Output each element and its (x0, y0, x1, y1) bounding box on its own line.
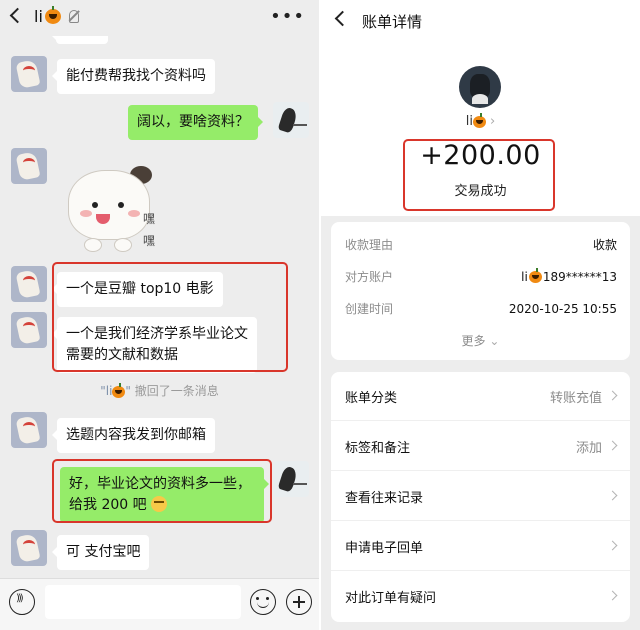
message-text-line: 一个是我们经济学系毕业论文 (66, 326, 248, 342)
message-bubble-incoming[interactable]: 可 支付宝吧 (51, 535, 150, 570)
chevron-right-icon (607, 490, 618, 501)
detail-row-time: 创建时间 2020-10-25 10:55 (345, 300, 617, 317)
bill-actions-card: 账单分类 转账充值 标签和备注 添加 查看往来记录 申请电子回单 对此订单有疑问 (331, 372, 630, 622)
action-row-history[interactable]: 查看往来记录 (331, 472, 630, 521)
account-number: 189******13 (542, 269, 617, 284)
contact-avatar[interactable] (11, 530, 47, 566)
awkward-emoji-icon (151, 496, 168, 512)
back-icon[interactable] (334, 10, 351, 27)
highlight-box (403, 139, 555, 211)
pumpkin-emoji-icon (528, 267, 542, 283)
account-name: li (521, 269, 528, 284)
chat-title: li (34, 6, 79, 26)
message-input[interactable] (45, 585, 241, 619)
recall-quote: " (125, 384, 131, 398)
more-label: 更多 (461, 334, 486, 348)
more-button[interactable]: 更多 ⌄ (331, 332, 630, 349)
action-label: 查看往来记录 (345, 490, 424, 506)
message-text: 可 支付宝吧 (66, 544, 141, 560)
my-avatar[interactable] (273, 102, 309, 138)
chevron-right-icon (607, 590, 618, 601)
detail-label: 创建时间 (345, 302, 394, 316)
detail-row-reason: 收款理由 收款 (345, 236, 617, 253)
recall-notice: "li " 撤回了一条消息 (0, 382, 319, 399)
message-text: 能付费帮我找个资料吗 (66, 68, 206, 84)
action-value: 转账充值 (549, 390, 602, 406)
transaction-details-card: 收款理由 收款 对方账户 li 189******13 创建时间 2020-10… (331, 222, 630, 360)
message-text: 一个是豆瓣 top10 电影 (66, 281, 214, 297)
chat-screen: li ••• 能付费帮我找个资料吗 阔以，要啥资料？ 嘿嘿 一个是豆瓣 top1… (0, 0, 319, 630)
action-row-dispute[interactable]: 对此订单有疑问 (331, 572, 630, 621)
chat-title-name: li (34, 7, 43, 26)
my-avatar[interactable] (273, 461, 309, 497)
action-row-receipt[interactable]: 申请电子回单 (331, 522, 630, 571)
chevron-right-icon (607, 390, 618, 401)
message-bubble-incoming[interactable]: 能付费帮我找个资料吗 (52, 59, 215, 94)
recall-text: 撤回了一条消息 (134, 384, 219, 398)
chevron-right-icon (607, 440, 618, 451)
more-icon[interactable]: ••• (270, 6, 305, 27)
chevron-right-icon (607, 540, 618, 551)
detail-value: 收款 (592, 238, 617, 252)
pumpkin-emoji-icon (44, 6, 61, 24)
action-row-category[interactable]: 账单分类 转账充值 (331, 372, 630, 421)
message-bubble-incoming[interactable]: 选题内容我发到你邮箱 (52, 418, 215, 453)
detail-label: 收款理由 (345, 238, 394, 252)
contact-avatar[interactable] (11, 266, 47, 302)
chat-header: li ••• (0, 0, 319, 36)
detail-value: 2020-10-25 10:55 (508, 301, 617, 316)
action-label: 对此订单有疑问 (345, 591, 437, 606)
action-label: 标签和备注 (345, 440, 411, 456)
contact-avatar[interactable] (11, 412, 47, 448)
page-title: 账单详情 (362, 13, 423, 31)
action-row-tags[interactable]: 标签和备注 添加 (331, 422, 630, 471)
message-text: 选题内容我发到你邮箱 (66, 427, 206, 443)
message-bubble-incoming[interactable]: 一个是我们经济学系毕业论文 需要的文献和数据 (52, 317, 257, 373)
message-bubble-incoming[interactable]: 一个是豆瓣 top10 电影 (52, 272, 223, 307)
pumpkin-emoji-icon (112, 382, 126, 398)
message-text-line: 好，毕业论文的资料多一些， (69, 476, 251, 492)
action-label: 申请电子回单 (345, 540, 424, 556)
contact-avatar[interactable] (11, 56, 47, 92)
detail-value: li 189******13 (521, 267, 617, 285)
chevron-down-icon: ⌄ (489, 334, 500, 348)
bill-header: 账单详情 (321, 0, 640, 40)
contact-avatar[interactable] (11, 148, 47, 184)
detail-row-account: 对方账户 li 189******13 (345, 267, 617, 285)
contact-avatar[interactable] (11, 312, 47, 348)
bill-detail-screen: 账单详情 li › +200.00 交易成功 收款理由 收款 对方账户 li 18… (321, 0, 640, 630)
message-text: 阔以，要啥资料？ (137, 114, 249, 130)
payer-name: li (465, 114, 474, 129)
back-icon[interactable] (9, 7, 26, 24)
chevron-right-icon: › (490, 114, 496, 129)
voice-icon[interactable] (9, 589, 35, 615)
chat-input-bar (0, 578, 319, 630)
action-value: 添加 (575, 440, 602, 456)
detail-label: 对方账户 (345, 270, 394, 284)
pumpkin-emoji-icon (473, 112, 487, 128)
message-bubble-outgoing[interactable]: 阔以，要啥资料？ (128, 105, 263, 140)
recall-name: "li (100, 384, 113, 398)
message-text-line: 给我 200 吧 (69, 497, 147, 513)
sticker-caption: 嘿嘿 (142, 212, 155, 248)
plus-icon[interactable] (286, 589, 312, 615)
message-text-line: 需要的文献和数据 (66, 347, 178, 363)
payer-name-link[interactable]: li › (321, 112, 640, 129)
emoji-icon[interactable] (250, 589, 276, 615)
payer-avatar[interactable] (459, 66, 501, 108)
action-label: 账单分类 (345, 390, 398, 406)
message-bubble-outgoing[interactable]: 好，毕业论文的资料多一些， 给我 200 吧 (60, 467, 269, 523)
mute-icon (68, 10, 79, 23)
